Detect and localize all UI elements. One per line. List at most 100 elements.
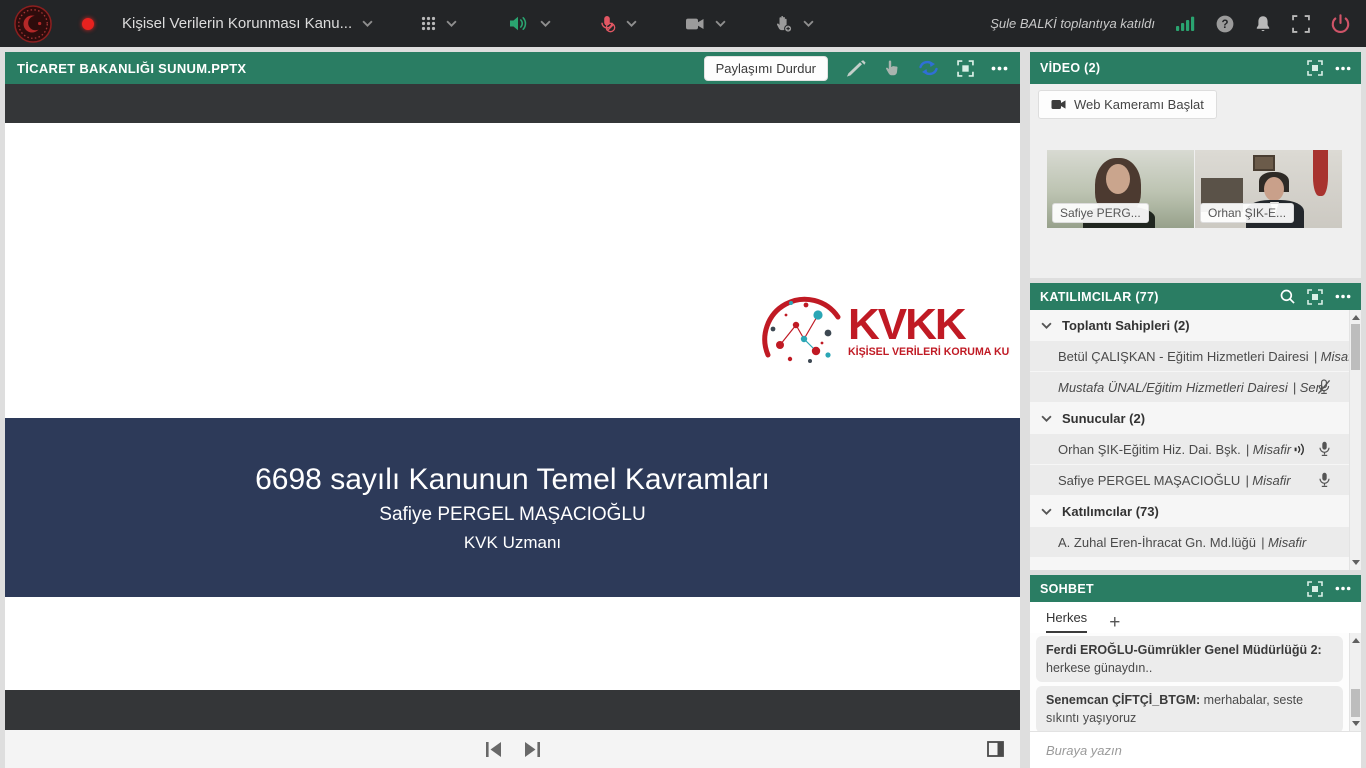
- chat-tab-everyone[interactable]: Herkes: [1046, 610, 1087, 633]
- chevron-down-icon: [1041, 508, 1052, 516]
- speaker-chevron-icon[interactable]: [540, 20, 551, 28]
- start-webcam-button[interactable]: Web Kameramı Başlat: [1038, 90, 1217, 119]
- meeting-title-chevron-icon[interactable]: [362, 20, 373, 28]
- scroll-down-arrow[interactable]: [1352, 560, 1360, 565]
- group-meeting-owners[interactable]: Toplantı Sahipleri (2): [1030, 310, 1349, 341]
- microphone-on-icon[interactable]: [1318, 441, 1331, 457]
- search-icon[interactable]: [1280, 289, 1295, 304]
- kvkk-logo: KVKK KİŞİSEL VERİLERİ KORUMA KURUMU: [760, 293, 1010, 367]
- speaker-icon[interactable]: [509, 15, 530, 32]
- video-tile[interactable]: Safiye PERG...: [1047, 150, 1194, 228]
- connection-signal-icon: [1176, 16, 1195, 31]
- microphone-muted-icon[interactable]: [599, 15, 616, 33]
- chat-messages: Ferdi EROĞLU-Gümrükler Genel Müdürlüğü 2…: [1030, 633, 1361, 731]
- participant-tag: | Misafir: [1314, 349, 1349, 364]
- svg-text:KVKK: KVKK: [848, 300, 967, 349]
- stop-sharing-button[interactable]: Paylaşımı Durdur: [704, 56, 828, 81]
- raise-hand-chevron-icon[interactable]: [803, 20, 814, 28]
- slide-title-band: 6698 sayılı Kanunun Temel Kavramları Saf…: [5, 418, 1020, 597]
- chat-message: Senemcan ÇİFTÇİ_BTGM: merhabalar, seste …: [1036, 686, 1343, 731]
- camera-icon[interactable]: [685, 17, 705, 31]
- participant-row[interactable]: A. Zuhal Eren-İhracat Gn. Md.lüğü | Misa…: [1030, 527, 1349, 557]
- group-attendees[interactable]: Katılımcılar (73): [1030, 496, 1349, 527]
- apps-grid-chevron-icon[interactable]: [446, 20, 457, 28]
- group-presenters[interactable]: Sunucular (2): [1030, 403, 1349, 434]
- chat-panel-title: SOHBET: [1040, 582, 1094, 596]
- participant-row[interactable]: Betül ÇALIŞKAN - Eğitim Hizmetleri Daire…: [1030, 341, 1349, 371]
- presentation-title: TİCARET BAKANLIĞI SUNUM.PPTX: [17, 61, 246, 76]
- add-chat-tab-icon[interactable]: +: [1109, 616, 1120, 633]
- notifications-bell-icon[interactable]: [1255, 15, 1271, 33]
- microphone-off-icon[interactable]: [1317, 379, 1331, 395]
- help-icon[interactable]: ?: [1216, 15, 1234, 33]
- chat-author: Ferdi EROĞLU-Gümrükler Genel Müdürlüğü 2…: [1046, 643, 1322, 657]
- participant-row[interactable]: Orhan ŞIK-Eğitim Hiz. Dai. Bşk. | Misafi…: [1030, 434, 1349, 464]
- scroll-up-arrow[interactable]: [1352, 638, 1360, 643]
- chat-input[interactable]: [1030, 743, 1361, 758]
- start-webcam-label: Web Kameramı Başlat: [1074, 97, 1204, 112]
- participant-name: Safiye PERGEL MAŞACIOĞLU: [1058, 473, 1240, 488]
- participants-more-icon[interactable]: [1335, 294, 1351, 299]
- participant-avatar-face: [1106, 164, 1130, 194]
- participant-avatar-face: [1264, 177, 1284, 201]
- slide-title: 6698 sayılı Kanunun Temel Kavramları: [255, 463, 770, 497]
- chat-more-icon[interactable]: [1335, 586, 1351, 591]
- chat-input-row: [1030, 731, 1361, 768]
- video-panel: VİDEO (2): [1030, 52, 1361, 278]
- participant-name: A. Zuhal Eren-İhracat Gn. Md.lüğü: [1058, 535, 1256, 550]
- microphone-chevron-icon[interactable]: [626, 20, 637, 28]
- participant-row[interactable]: Safiye PERGEL MAŞACIOĞLU | Misafir: [1030, 465, 1349, 495]
- group-label: Toplantı Sahipleri (2): [1062, 318, 1190, 333]
- slide-presenter: Safiye PERGEL MAŞACIOĞLU: [379, 504, 645, 526]
- sidebar: VİDEO (2): [1030, 52, 1361, 768]
- chat-author: Senemcan ÇİFTÇİ_BTGM:: [1046, 693, 1200, 707]
- chat-scrollbar[interactable]: [1349, 633, 1361, 731]
- ministry-logo: [14, 5, 52, 43]
- participants-panel: KATILIMCILAR (77): [1030, 283, 1361, 570]
- next-slide-icon[interactable]: [524, 742, 541, 757]
- participants-scrollbar[interactable]: [1349, 310, 1361, 570]
- video-panel-title: VİDEO (2): [1040, 61, 1100, 75]
- apps-grid-icon[interactable]: [421, 16, 436, 31]
- participant-name: Orhan ŞIK-Eğitim Hiz. Dai. Bşk.: [1058, 442, 1241, 457]
- group-label: Sunucular (2): [1062, 411, 1145, 426]
- chat-maximize-icon[interactable]: [1307, 581, 1323, 597]
- scroll-up-arrow[interactable]: [1352, 315, 1360, 320]
- panel-more-icon[interactable]: [991, 66, 1008, 71]
- video-tile[interactable]: Orhan ŞIK-E...: [1195, 150, 1342, 228]
- chat-panel: SOHBET Herkes + Ferd: [1030, 575, 1361, 768]
- group-label: Katılımcılar (73): [1062, 504, 1159, 519]
- fullscreen-icon[interactable]: [1292, 15, 1310, 33]
- pencil-annotate-icon[interactable]: [845, 60, 867, 77]
- chevron-down-icon: [1041, 322, 1052, 330]
- participant-name: Mustafa ÜNAL/Eğitim Hizmetleri Dairesi: [1058, 380, 1288, 395]
- participants-panel-header: KATILIMCILAR (77): [1030, 283, 1361, 310]
- chat-message: Ferdi EROĞLU-Gümrükler Genel Müdürlüğü 2…: [1036, 636, 1343, 682]
- chat-panel-header: SOHBET: [1030, 575, 1361, 602]
- scroll-down-arrow[interactable]: [1352, 721, 1360, 726]
- sidebar-toggle-icon[interactable]: [987, 741, 1004, 757]
- camera-chevron-icon[interactable]: [715, 20, 726, 28]
- panel-maximize-icon[interactable]: [957, 60, 974, 77]
- pointer-hand-icon[interactable]: [884, 59, 900, 77]
- video-more-icon[interactable]: [1335, 66, 1351, 71]
- microphone-on-icon[interactable]: [1318, 472, 1331, 488]
- scroll-thumb[interactable]: [1351, 689, 1360, 717]
- video-panel-header: VİDEO (2): [1030, 52, 1361, 84]
- participants-maximize-icon[interactable]: [1307, 289, 1323, 305]
- scroll-thumb[interactable]: [1351, 324, 1360, 370]
- meeting-title[interactable]: Kişisel Verilerin Korunması Kanu...: [122, 15, 352, 32]
- chevron-down-icon: [1041, 415, 1052, 423]
- slide: KVKK KİŞİSEL VERİLERİ KORUMA KURUMU 6698…: [5, 123, 1020, 690]
- raise-hand-icon[interactable]: [774, 15, 793, 33]
- previous-slide-icon[interactable]: [485, 742, 502, 757]
- video-tile-name: Safiye PERG...: [1052, 203, 1149, 223]
- video-tile-name: Orhan ŞIK-E...: [1200, 203, 1294, 223]
- participant-row[interactable]: Mustafa ÜNAL/Eğitim Hizmetleri Dairesi |…: [1030, 372, 1349, 402]
- video-maximize-icon[interactable]: [1307, 60, 1323, 76]
- presentation-viewport: KVKK KİŞİSEL VERİLERİ KORUMA KURUMU 6698…: [5, 84, 1020, 768]
- sync-swap-icon[interactable]: [917, 60, 940, 76]
- participant-tag: | Misafir: [1246, 442, 1291, 457]
- leave-power-icon[interactable]: [1331, 14, 1350, 33]
- participant-name: Betül ÇALIŞKAN - Eğitim Hizmetleri Daire…: [1058, 349, 1309, 364]
